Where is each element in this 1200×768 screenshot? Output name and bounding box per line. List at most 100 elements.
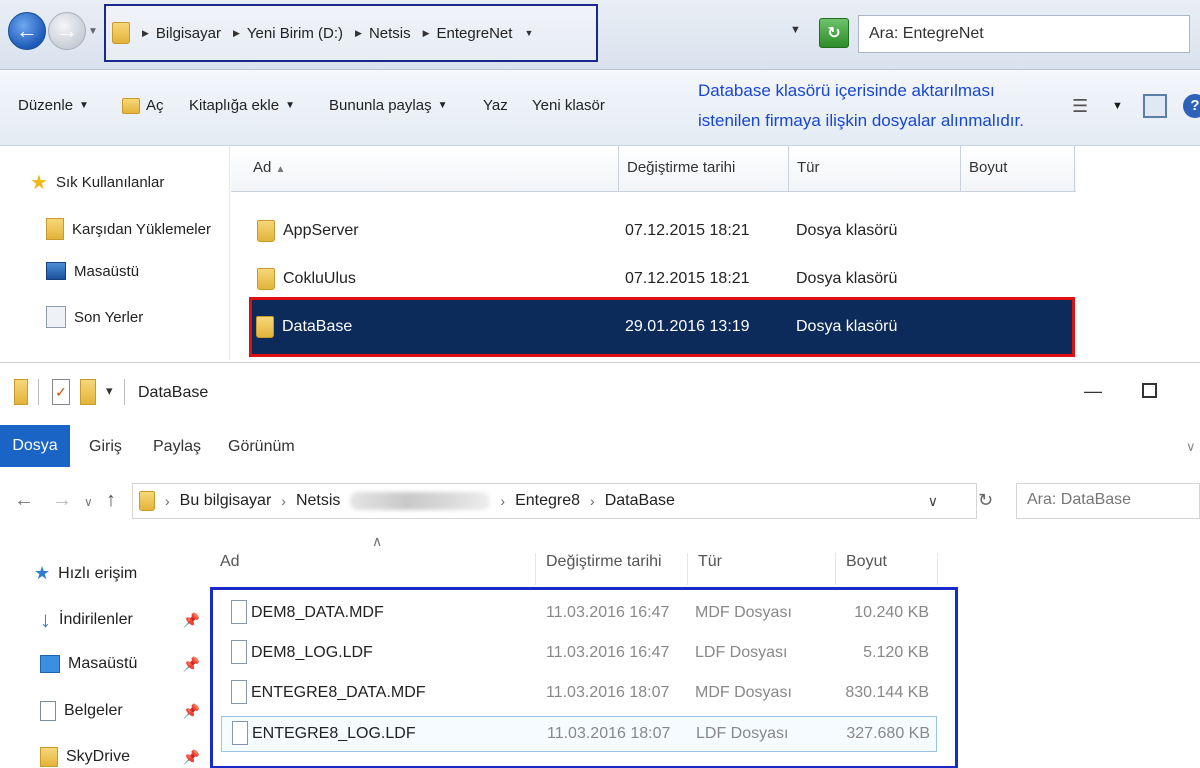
breadcrumb-item[interactable]: › Bu bilgisayar (165, 492, 271, 510)
column-header-type[interactable]: Tür (688, 553, 836, 585)
breadcrumb-item[interactable]: ▶ Yeni Birim (D:) (233, 25, 343, 42)
navigation-pane: ★ Sık Kullanılanlar Karşıdan Yüklemeler M… (0, 146, 230, 360)
folder-icon (14, 379, 28, 405)
folder-icon (139, 491, 155, 511)
skydrive-folder-icon (40, 747, 58, 767)
nav-label: İndirilenler (59, 611, 133, 628)
breadcrumb[interactable]: ▶ Bilgisayar ▶ Yeni Birim (D:) ▶ Netsis ▶ En… (104, 4, 598, 62)
folder-row[interactable]: CokluUlus 07.12.2015 18:21 Dosya klasörü (253, 260, 1071, 300)
open-button[interactable]: Aç (122, 97, 164, 114)
folder-icon (257, 220, 275, 242)
column-header-name[interactable]: Ad ▲ (245, 146, 619, 192)
file-type: Dosya klasörü (796, 318, 898, 335)
breadcrumb-item[interactable]: ▶ Netsis (355, 25, 411, 42)
recent-locations-icon[interactable]: ∨ (84, 495, 93, 509)
breadcrumb-item[interactable]: › DataBase (590, 492, 675, 510)
nav-item-downloads[interactable]: ↓ İndirilenler 📌 (40, 607, 200, 633)
nav-item-downloads[interactable]: Karşıdan Yüklemeler (46, 218, 211, 240)
pin-icon[interactable]: 📌 (183, 612, 200, 629)
share-with-button[interactable]: Bununla paylaş ▼ (329, 97, 447, 114)
column-header-modified[interactable]: Değiştirme tarihi (536, 553, 688, 585)
back-button[interactable]: ← (14, 489, 34, 512)
file-list: Ad ▲ Değiştirme tarihi Tür Boyut AppServ… (231, 146, 1200, 360)
file-row[interactable]: ENTEGRE8_LOG.LDF 11.03.2016 18:07 LDF Do… (221, 716, 937, 752)
breadcrumb-item[interactable]: › Netsis (281, 492, 491, 510)
nav-item-desktop[interactable]: Masaüstü (46, 262, 139, 280)
nav-item-desktop[interactable]: Masaüstü 📌 (40, 655, 200, 673)
chevron-right-icon: ▶ (232, 27, 240, 38)
tab-view[interactable]: Görünüm (228, 438, 295, 456)
column-header-type[interactable]: Tür (789, 146, 961, 192)
file-row[interactable]: DEM8_LOG.LDF 11.03.2016 16:47 LDF Dosyas… (221, 636, 937, 672)
nav-item-skydrive[interactable]: SkyDrive 📌 (40, 747, 200, 767)
address-history-dropdown-icon[interactable]: ▼ (790, 24, 801, 36)
expand-ribbon-icon[interactable]: ∨ (1186, 439, 1196, 455)
folder-row[interactable]: AppServer 07.12.2015 18:21 Dosya klasörü (253, 212, 1071, 252)
nav-item-quick-access[interactable]: ★ Hızlı erişim (34, 563, 194, 584)
nav-item-recent[interactable]: Son Yerler (46, 306, 143, 328)
pin-icon[interactable]: 📌 (183, 656, 200, 673)
column-header-name[interactable]: Ad (210, 553, 536, 585)
nav-item-favorites[interactable]: ★ Sık Kullanılanlar (30, 170, 164, 195)
new-folder-button[interactable]: Yeni klasör (532, 97, 605, 114)
breadcrumb-label: Netsis (368, 24, 411, 42)
file-type: Dosya klasörü (796, 222, 898, 239)
tab-home[interactable]: Giriş (89, 438, 122, 456)
recent-places-icon (46, 306, 66, 328)
pin-icon[interactable]: 📌 (183, 749, 200, 766)
forward-button[interactable]: → (48, 12, 86, 50)
refresh-button[interactable]: ↻ (819, 18, 849, 48)
search-input[interactable]: Ara: DataBase (1016, 483, 1200, 519)
file-icon (231, 640, 247, 664)
maximize-button[interactable] (1142, 383, 1157, 398)
chevron-right-icon: › (500, 493, 506, 509)
properties-icon[interactable]: ✓ (52, 379, 70, 405)
help-icon[interactable]: ? (1183, 94, 1200, 118)
sort-ascending-icon: ▲ (275, 164, 286, 175)
star-icon: ★ (34, 563, 51, 583)
organize-button[interactable]: Düzenle ▼ (18, 97, 89, 114)
selected-folder-row[interactable]: DataBase 29.01.2016 13:19 Dosya klasörü (249, 297, 1075, 357)
file-name: DEM8_DATA.MDF (251, 604, 384, 621)
include-in-library-button[interactable]: Kitaplığa ekle ▼ (189, 97, 295, 114)
burn-label: Yaz (483, 97, 508, 114)
quick-access-dropdown-icon[interactable]: ▾ (106, 383, 113, 399)
nav-label: Karşıdan Yüklemeler (72, 220, 211, 238)
nav-item-documents[interactable]: Belgeler 📌 (40, 701, 200, 721)
tab-file[interactable]: Dosya (0, 425, 70, 467)
file-row[interactable]: DEM8_DATA.MDF 11.03.2016 16:47 MDF Dosya… (221, 596, 937, 632)
forward-button[interactable]: → (52, 489, 72, 512)
breadcrumb-item[interactable]: ▶ EntegreNet (423, 25, 513, 42)
minimize-button[interactable]: — (1084, 381, 1102, 402)
breadcrumb-label: EntegreNet (436, 24, 513, 42)
breadcrumb-item[interactable]: ▶ Bilgisayar (142, 25, 221, 42)
back-button[interactable]: ← (8, 12, 46, 50)
up-button[interactable]: ↑ (106, 489, 116, 512)
chevron-right-icon: › (165, 493, 170, 509)
breadcrumb-label: Entegre8 (515, 492, 581, 509)
tab-share[interactable]: Paylaş (153, 438, 201, 456)
file-name: DEM8_LOG.LDF (251, 644, 373, 661)
breadcrumb[interactable]: › Bu bilgisayar › Netsis › Entegre8 › DataBa… (132, 483, 977, 519)
preview-pane-icon[interactable] (1143, 94, 1167, 118)
burn-button[interactable]: Yaz (483, 97, 508, 114)
file-size: 5.120 KB (863, 644, 929, 661)
view-options-icon[interactable]: ☰ (1072, 96, 1094, 116)
search-input[interactable]: Ara: EntegreNet (858, 15, 1190, 53)
file-row[interactable]: ENTEGRE8_DATA.MDF 11.03.2016 18:07 MDF D… (221, 676, 937, 712)
open-label: Aç (146, 97, 164, 114)
chevron-down-icon[interactable]: ∨ (928, 493, 938, 510)
pin-icon[interactable]: 📌 (183, 703, 200, 720)
column-header-size[interactable]: Boyut (961, 146, 1075, 192)
recent-pages-dropdown-icon[interactable]: ▼ (88, 26, 98, 37)
nav-label: Belgeler (64, 702, 123, 719)
breadcrumb-dropdown[interactable]: ▼ (524, 28, 533, 38)
new-folder-icon[interactable] (80, 379, 96, 405)
file-type: LDF Dosyası (695, 644, 788, 661)
column-header-modified[interactable]: Değiştirme tarihi (619, 146, 789, 192)
breadcrumb-item[interactable]: › Entegre8 (500, 492, 580, 510)
chevron-down-icon[interactable]: ▼ (1112, 100, 1123, 112)
refresh-button[interactable]: ↻ (978, 490, 993, 511)
file-type: LDF Dosyası (696, 725, 789, 742)
column-header-size[interactable]: Boyut (836, 553, 938, 585)
